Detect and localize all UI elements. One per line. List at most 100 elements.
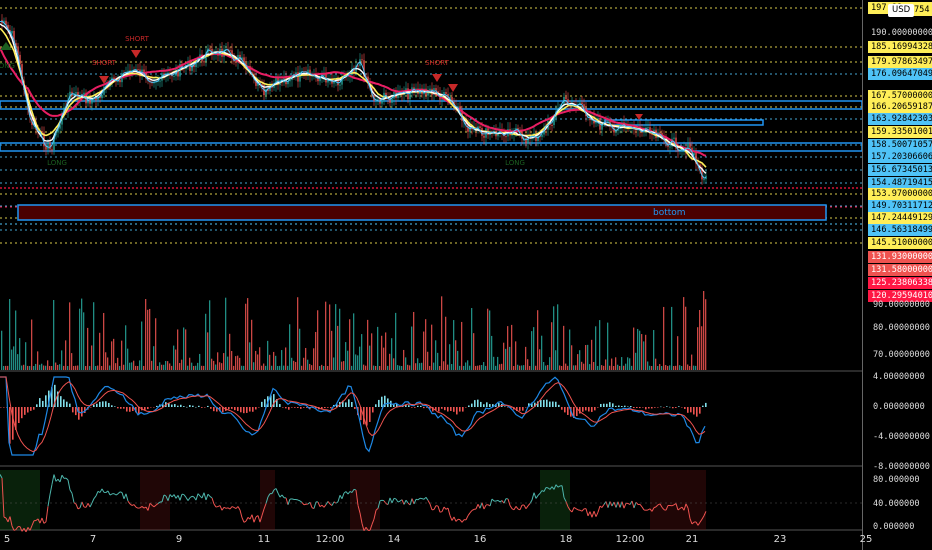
price-level-tag[interactable]: 153.97000000 (868, 188, 932, 200)
volume-bar (349, 319, 351, 370)
volume-bar (57, 364, 59, 370)
ema-mid-line[interactable] (0, 27, 707, 168)
price-level-tag[interactable]: 190.00000000 (868, 27, 932, 39)
volume-bar (253, 362, 255, 370)
chart-canvas[interactable] (0, 0, 932, 550)
price-level-tag[interactable]: 185.16994328 (868, 41, 932, 53)
volume-bar (9, 299, 11, 370)
price-level-tag[interactable]: 158.50071057 (868, 139, 932, 151)
volume-bar (231, 350, 233, 370)
scale-tick-label: -4.00000000 (873, 432, 930, 442)
volume-bar (433, 362, 435, 370)
volume-bar (383, 347, 385, 370)
volume-bar (531, 331, 533, 370)
volume-bar (513, 366, 515, 370)
long-signal-label: LONG (505, 159, 525, 167)
price-level-tag[interactable]: 145.51000000 (868, 237, 932, 249)
price-level-tag[interactable]: 125.23806338 (868, 277, 932, 289)
rsi-line-segment (53, 474, 57, 482)
rsi-line-segment (397, 500, 401, 503)
price-level-tag[interactable]: 159.33501001 (868, 126, 932, 138)
volume-bar (33, 365, 35, 370)
price-level-tag[interactable]: 149.70311712 (868, 200, 932, 212)
resistance-zone[interactable] (0, 100, 863, 110)
volume-bar (271, 365, 273, 370)
currency-button[interactable]: USD (888, 4, 915, 17)
volume-bar (155, 318, 157, 370)
macd-histogram-bar (45, 395, 47, 407)
macd-histogram-bar (678, 406, 680, 407)
support-zone[interactable] (0, 142, 863, 152)
price-level-tag[interactable]: 131.93000000 (868, 251, 932, 263)
volume-bar (347, 350, 349, 370)
macd-histogram-bar (174, 404, 176, 407)
price-level-tag[interactable]: 156.67345013 (868, 164, 932, 176)
volume-bar (297, 297, 299, 370)
macd-histogram-bar (540, 399, 542, 407)
volume-bar (429, 365, 431, 370)
macd-histogram-bar (642, 407, 644, 408)
rsi-line-segment (401, 499, 405, 505)
price-level-tag[interactable]: 176.09647049 (868, 68, 932, 80)
candle-body (361, 59, 363, 61)
candle-body (47, 142, 49, 150)
rsi-line-segment (107, 490, 111, 496)
volume-bar (471, 308, 473, 370)
price-pane[interactable] (0, 14, 707, 185)
volume-bar (377, 326, 379, 370)
rsi-line-segment (191, 495, 195, 498)
volume-bar (213, 360, 215, 370)
price-level-tag[interactable]: 166.20659187 (868, 101, 932, 113)
macd-histogram-bar (666, 406, 668, 407)
volume-bar (29, 365, 31, 370)
candle-body (673, 137, 675, 139)
bottom-zone[interactable] (17, 204, 827, 221)
macd-histogram-bar (108, 402, 110, 407)
rsi-line-segment (65, 477, 69, 481)
macd-pane[interactable] (0, 376, 707, 456)
macd-histogram-bar (675, 407, 677, 408)
candle-body (541, 134, 543, 137)
volume-bar (395, 312, 397, 370)
time-tick-label: 12:00 (315, 534, 345, 545)
macd-signal-line[interactable] (0, 376, 706, 453)
macd-histogram-bar (585, 407, 587, 411)
volume-bar (437, 352, 439, 370)
price-level-tag[interactable]: 157.20306606 (868, 151, 932, 163)
volume-bar (99, 332, 101, 370)
volume-bar (477, 365, 479, 370)
price-line[interactable] (0, 20, 707, 179)
rsi-line-segment (623, 503, 627, 509)
macd-histogram-bar (375, 404, 377, 407)
macd-histogram-bar (594, 407, 596, 411)
volume-bar (593, 361, 595, 370)
volume-bar (655, 358, 657, 370)
price-level-tag[interactable]: 179.97863497 (868, 56, 932, 68)
rsi-line-segment (597, 505, 601, 513)
rsi-line-segment (595, 511, 599, 517)
rsi-line-segment (251, 514, 255, 523)
volume-bar (379, 365, 381, 370)
macd-line[interactable] (0, 376, 706, 456)
price-level-tag[interactable]: 131.58000000 (868, 264, 932, 276)
volume-bar (539, 349, 541, 370)
price-level-tag[interactable]: 163.92842303 (868, 113, 932, 125)
rsi-line-segment (183, 494, 187, 498)
volume-bar (225, 297, 227, 370)
volume-pane[interactable] (1, 291, 707, 370)
volume-bar (23, 364, 25, 370)
rsi-line-segment (439, 511, 443, 513)
price-level-tag[interactable]: 147.24449129 (868, 212, 932, 224)
macd-histogram-bar (621, 406, 623, 407)
volume-bar (75, 365, 77, 370)
volume-bar (367, 319, 369, 370)
rsi-line-segment (585, 508, 589, 517)
volume-bar (165, 360, 167, 370)
rsi-line-segment (121, 492, 125, 499)
macd-histogram-bar (36, 404, 38, 407)
candle-body (297, 72, 299, 82)
volume-bar (445, 316, 447, 370)
price-level-tag[interactable]: 146.56318499 (868, 224, 932, 236)
volume-bar (5, 365, 7, 370)
rsi-pane[interactable] (0, 470, 862, 533)
